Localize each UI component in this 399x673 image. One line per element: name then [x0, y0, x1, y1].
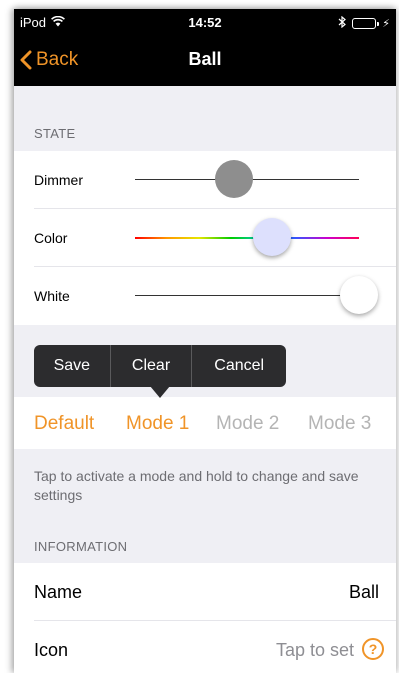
mode-2[interactable]: Mode 2 — [216, 413, 279, 435]
status-bar: iPod 14:52 ⚡ — [14, 15, 396, 31]
battery-icon — [352, 18, 380, 29]
white-label: White — [34, 288, 70, 304]
color-row: Color — [14, 209, 396, 267]
page-title: Ball — [188, 49, 222, 69]
mode-selector: Default Mode 1 Mode 2 Mode 3 — [14, 397, 396, 449]
name-row[interactable]: Name Ball — [14, 563, 396, 621]
charging-icon: ⚡ — [382, 18, 390, 30]
clear-button[interactable]: Clear — [109, 345, 192, 387]
bluetooth-icon — [338, 15, 347, 31]
state-section-header: STATE — [34, 126, 76, 141]
icon-label: Icon — [34, 640, 69, 660]
dimmer-row: Dimmer — [14, 151, 396, 209]
icon-value: Tap to set — [275, 640, 354, 660]
color-slider-thumb[interactable] — [252, 218, 291, 256]
mode-default[interactable]: Default — [34, 413, 94, 435]
color-slider-track[interactable] — [135, 237, 359, 239]
white-slider-thumb[interactable] — [340, 276, 378, 314]
navigation-bar: Back Ball — [14, 45, 396, 75]
top-bar: iPod 14:52 ⚡ Back Ball — [14, 9, 396, 86]
save-button[interactable]: Save — [34, 345, 110, 387]
device-screen: iPod 14:52 ⚡ Back Ball STATE Dimmer Colo… — [14, 9, 396, 673]
popup-arrow — [150, 386, 170, 398]
mode-1[interactable]: Mode 1 — [126, 413, 189, 435]
mode-hint: Tap to activate a mode and hold to chang… — [34, 468, 359, 503]
dimmer-label: Dimmer — [34, 172, 83, 188]
status-right: ⚡ — [338, 15, 390, 31]
help-icon[interactable]: ? — [362, 638, 384, 660]
state-group: Dimmer Color White — [14, 151, 396, 325]
color-label: Color — [34, 230, 68, 246]
white-row: White — [14, 267, 396, 325]
edit-popup-menu: Save Clear Cancel — [34, 345, 286, 387]
dimmer-slider-thumb[interactable] — [214, 160, 253, 198]
information-group: Name Ball Icon Tap to set ? — [14, 563, 396, 673]
name-value: Ball — [348, 582, 379, 602]
icon-row[interactable]: Icon Tap to set ? — [14, 621, 396, 673]
name-label: Name — [34, 582, 83, 602]
mode-3[interactable]: Mode 3 — [308, 413, 371, 435]
white-slider-track[interactable] — [135, 295, 359, 296]
information-section-header: INFORMATION — [34, 539, 128, 554]
cancel-button[interactable]: Cancel — [191, 345, 286, 387]
